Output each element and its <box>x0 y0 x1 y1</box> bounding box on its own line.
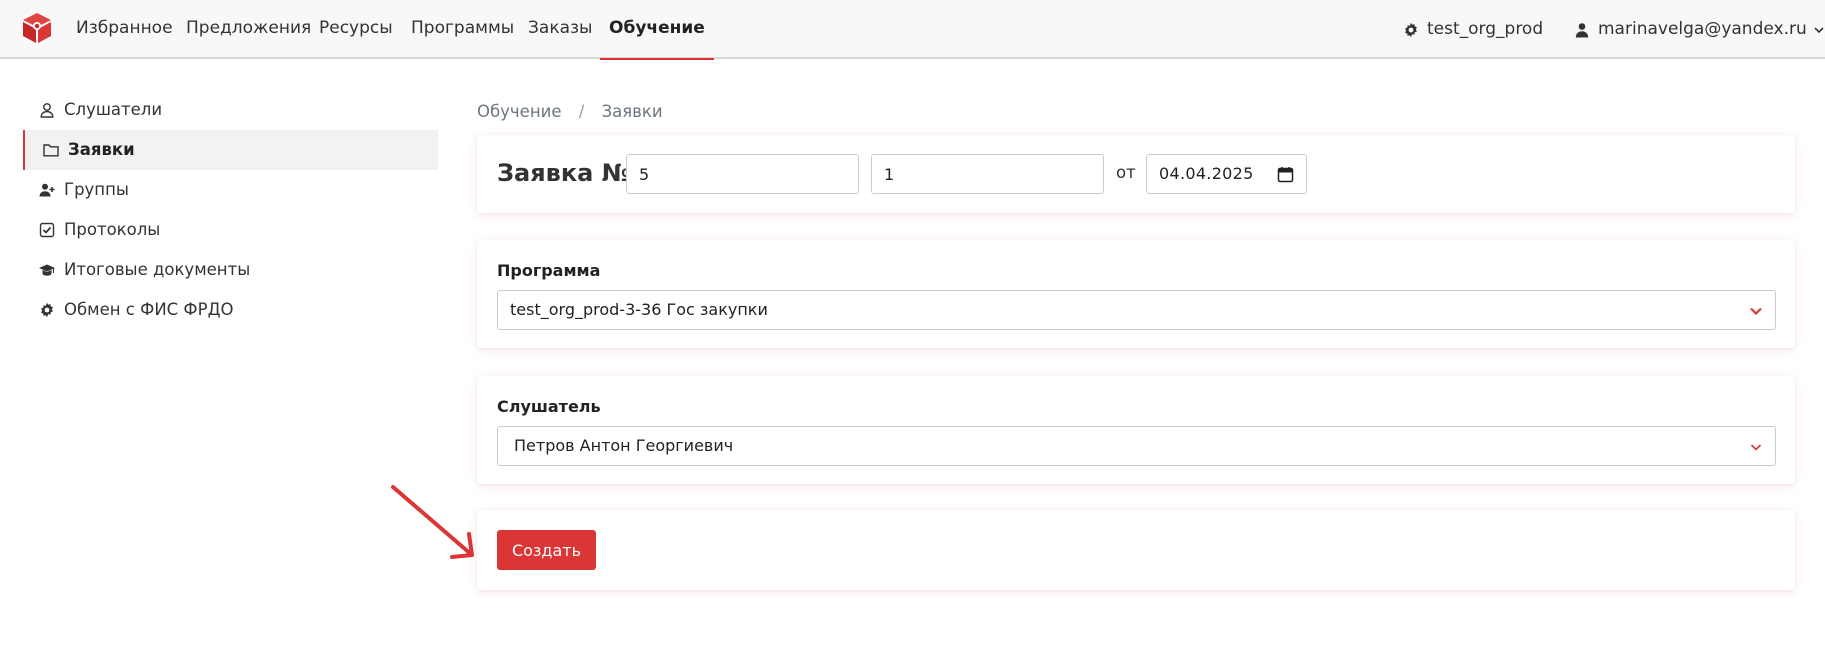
sidebar-item-label: Слушатели <box>64 100 163 119</box>
nav-item-resources[interactable]: Ресурсы <box>319 0 393 59</box>
breadcrumb-separator: / <box>578 102 585 121</box>
annotation-arrow-icon <box>391 485 474 559</box>
sidebar-item-fis-frdo-exchange[interactable]: Обмен с ФИС ФРДО <box>23 290 438 330</box>
actions-card: Создать <box>477 510 1795 590</box>
listener-selected-value: Петров Антон Георгиевич <box>514 436 734 455</box>
application-header-card: Заявка № от 04.04.2025 <box>477 135 1795 213</box>
nav-item-orders[interactable]: Заказы <box>528 0 592 59</box>
sidebar: Слушатели Заявки Группы Протоколы Итогов… <box>23 90 438 330</box>
folder-icon <box>43 144 59 157</box>
sidebar-item-label: Протоколы <box>64 220 161 239</box>
graduation-cap-icon <box>39 264 55 276</box>
program-select[interactable]: test_org_prod-3-36 Гос закупки <box>497 290 1776 330</box>
nav-item-offers[interactable]: Предложения <box>186 0 311 59</box>
sidebar-item-label: Заявки <box>68 140 135 159</box>
gear-icon <box>1405 22 1417 37</box>
user-menu[interactable]: marinavelga@yandex.ru <box>1574 0 1825 59</box>
sidebar-item-final-documents[interactable]: Итоговые документы <box>23 250 438 290</box>
sidebar-item-applications[interactable]: Заявки <box>23 130 438 170</box>
top-navbar: Избранное Предложения Ресурсы Программы … <box>0 0 1825 60</box>
listener-select[interactable]: Петров Антон Георгиевич <box>497 426 1776 466</box>
application-subnumber-input[interactable] <box>871 154 1104 194</box>
breadcrumb-parent[interactable]: Обучение <box>477 102 562 121</box>
org-switcher[interactable]: test_org_prod <box>1403 0 1543 59</box>
breadcrumb-current: Заявки <box>601 102 663 121</box>
gear-icon <box>41 302 53 318</box>
program-label: Программа <box>497 261 601 280</box>
sidebar-item-label: Итоговые документы <box>64 260 251 279</box>
chevron-down-icon <box>1814 26 1824 33</box>
nav-item-favorites[interactable]: Избранное <box>76 0 173 59</box>
check-square-icon <box>39 222 55 238</box>
listener-label: Слушатель <box>497 397 601 416</box>
application-number-input[interactable] <box>626 154 859 194</box>
program-card: Программа test_org_prod-3-36 Гос закупки <box>477 240 1795 348</box>
nav-item-programs[interactable]: Программы <box>411 0 514 59</box>
sidebar-item-listeners[interactable]: Слушатели <box>23 90 438 130</box>
user-icon <box>1575 22 1589 37</box>
listener-card: Слушатель Петров Антон Георгиевич <box>477 376 1795 484</box>
nav-item-education[interactable]: Обучение <box>600 0 714 60</box>
sidebar-item-label: Группы <box>64 180 129 199</box>
date-prefix-label: от <box>1116 163 1136 182</box>
sidebar-item-label: Обмен с ФИС ФРДО <box>64 300 234 319</box>
org-name: test_org_prod <box>1427 19 1544 39</box>
logo-icon[interactable] <box>20 11 54 45</box>
sidebar-item-protocols[interactable]: Протоколы <box>23 210 438 250</box>
application-date-input[interactable]: 04.04.2025 <box>1146 154 1307 194</box>
user-icon <box>40 103 54 118</box>
user-email: marinavelga@yandex.ru <box>1598 19 1807 39</box>
create-button[interactable]: Создать <box>497 530 596 570</box>
application-title: Заявка № <box>497 159 631 187</box>
sidebar-item-groups[interactable]: Группы <box>23 170 438 210</box>
chevron-down-icon <box>1750 444 1762 451</box>
program-selected-value: test_org_prod-3-36 Гос закупки <box>510 300 768 319</box>
breadcrumb: Обучение / Заявки <box>477 102 663 121</box>
date-value: 04.04.2025 <box>1159 164 1254 183</box>
calendar-icon[interactable] <box>1277 166 1294 183</box>
user-plus-icon <box>39 183 55 197</box>
chevron-down-icon <box>1750 307 1762 316</box>
